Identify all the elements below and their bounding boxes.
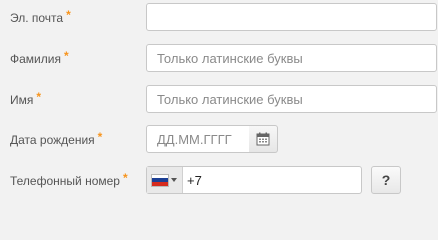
- required-mark: *: [97, 130, 103, 144]
- country-select[interactable]: [147, 167, 183, 193]
- last-name-row: Фамилия *: [0, 42, 438, 76]
- email-label-wrap: Эл. почта *: [10, 8, 71, 25]
- last-name-field[interactable]: [146, 44, 437, 72]
- required-mark: *: [122, 171, 128, 185]
- phone-input[interactable]: [185, 167, 359, 193]
- calendar-icon: [256, 132, 270, 146]
- first-name-label: Имя: [10, 93, 34, 107]
- russia-flag-icon: [152, 174, 168, 186]
- required-mark: *: [66, 8, 71, 22]
- required-mark: *: [36, 90, 42, 104]
- help-button[interactable]: ?: [371, 166, 401, 194]
- email-field[interactable]: [146, 3, 437, 31]
- required-mark: *: [63, 49, 69, 63]
- phone-field-wrapper: [146, 166, 362, 194]
- last-name-label-wrap: Фамилия *: [10, 49, 69, 66]
- email-label: Эл. почта: [10, 11, 64, 25]
- birth-date-label: Дата рождения: [10, 133, 95, 147]
- last-name-label: Фамилия: [10, 52, 61, 66]
- chevron-down-icon: [171, 178, 177, 182]
- first-name-label-wrap: Имя *: [10, 90, 42, 107]
- birth-date-row: Дата рождения *: [0, 123, 438, 157]
- phone-row: Телефонный номер* ?: [0, 164, 438, 198]
- birth-date-field[interactable]: [146, 125, 250, 153]
- email-row: Эл. почта *: [0, 1, 438, 35]
- phone-label-wrap: Телефонный номер *: [10, 171, 128, 188]
- calendar-button[interactable]: [249, 125, 278, 153]
- phone-label: Телефонный номер: [10, 174, 120, 188]
- birth-date-label-wrap: Дата рождения *: [10, 130, 103, 147]
- first-name-field[interactable]: [146, 85, 437, 113]
- first-name-row: Имя *: [0, 83, 438, 117]
